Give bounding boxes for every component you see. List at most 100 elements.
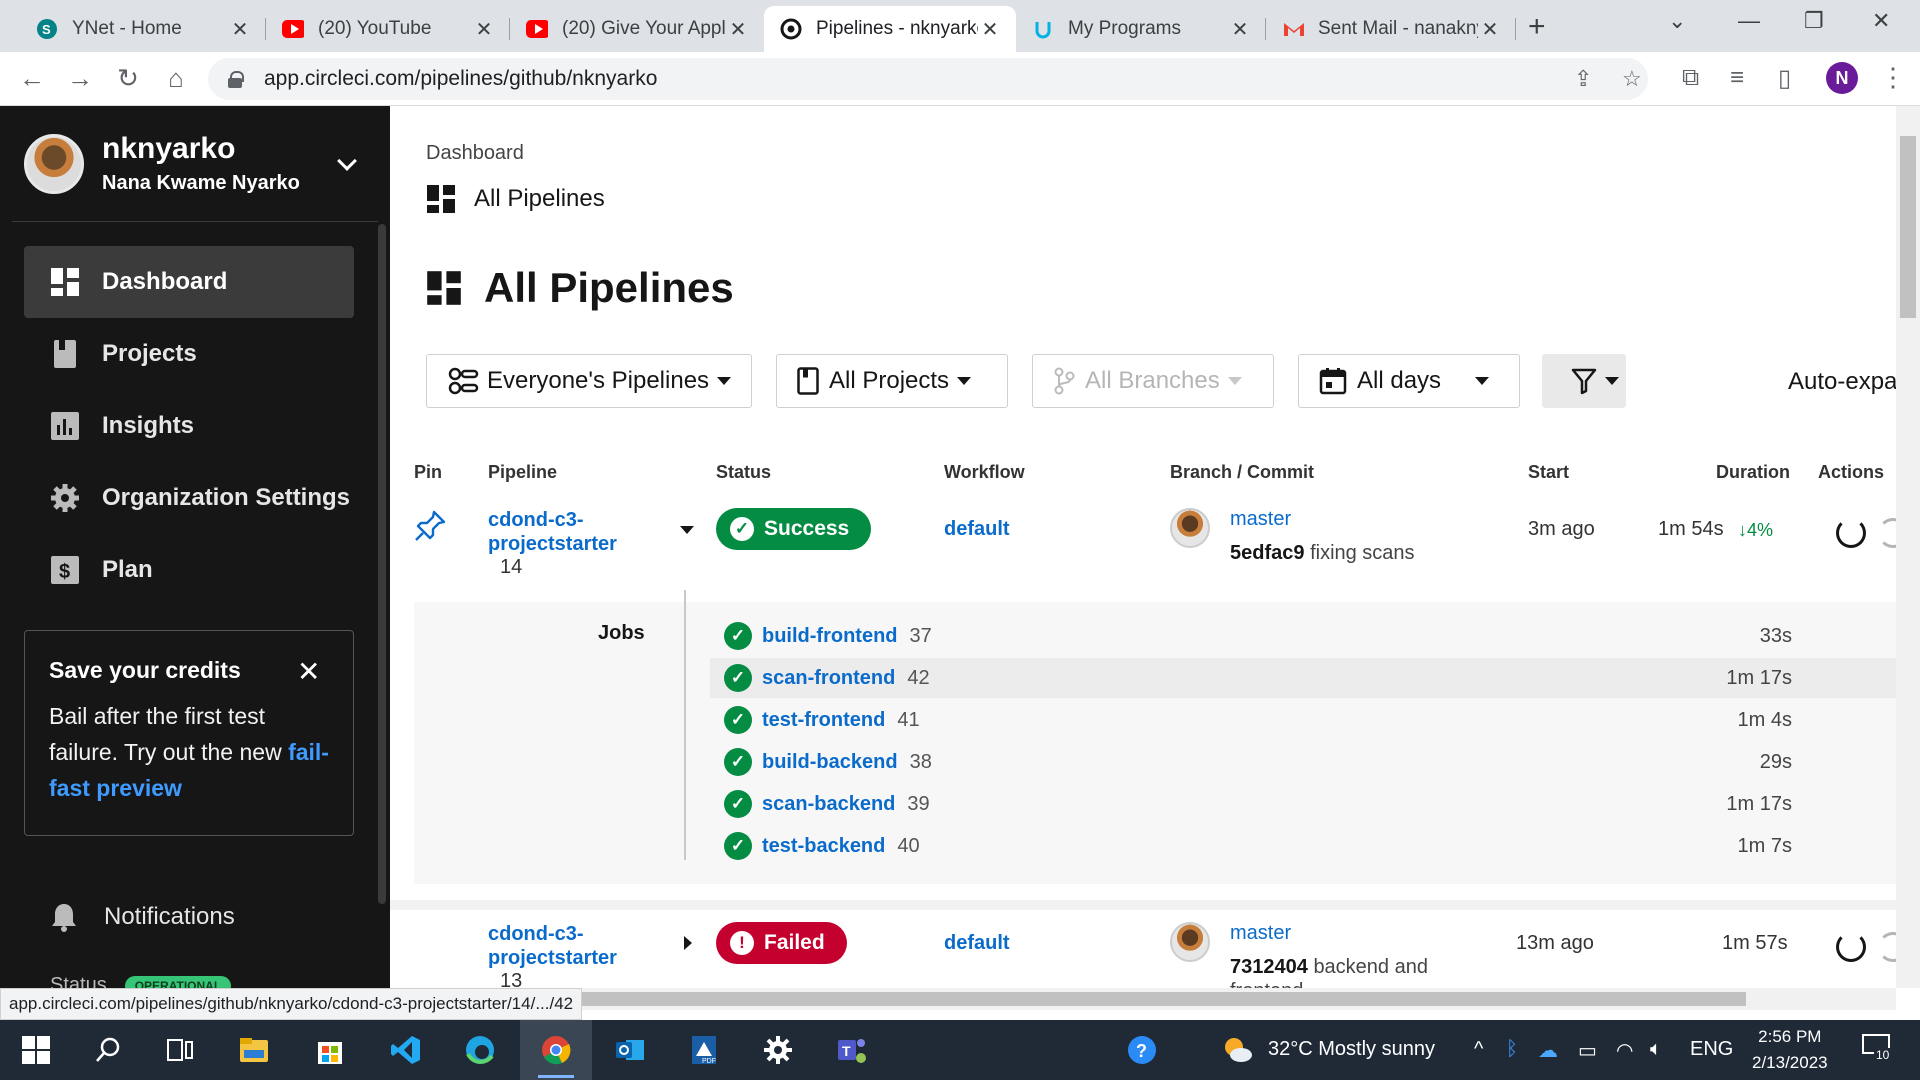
language-indicator[interactable]: ENG [1690,1038,1733,1061]
sidebar-item-insights[interactable]: Insights [24,390,354,462]
pipeline-name-link[interactable]: cdond-c3- projectstarter [488,922,617,970]
rerun-icon[interactable] [1836,932,1866,962]
status-badge-failed[interactable]: ! Failed [716,922,847,964]
rerun-icon[interactable] [1836,518,1866,548]
days-filter[interactable]: All days [1298,354,1520,408]
pin-icon[interactable] [414,510,446,542]
job-row[interactable]: ✓ scan-backend 39 1m 17s [710,784,1896,824]
main-horizontal-scrollbar[interactable] [390,988,1896,1010]
file-explorer-icon[interactable] [238,1034,270,1066]
lock-icon[interactable] [228,71,244,88]
volume-icon[interactable]: 🔈︎ [1650,1038,1662,1061]
cancel-icon[interactable] [1878,518,1896,548]
job-name-link[interactable]: scan-backend [762,793,895,816]
outlook-icon[interactable] [614,1034,646,1066]
task-view-icon[interactable] [164,1034,196,1066]
sidebar-item-plan[interactable]: $ Plan [24,534,354,606]
cancel-icon[interactable] [1878,932,1896,962]
share-icon[interactable]: ⇪ [1574,66,1592,92]
branches-filter[interactable]: All Branches [1032,354,1274,408]
sidebar-item-projects[interactable]: Projects [24,318,354,390]
job-row[interactable]: ✓ test-backend 40 1m 7s [710,826,1896,866]
job-row[interactable]: ✓ test-frontend 41 1m 4s [710,700,1896,740]
battery-icon[interactable]: ▭ [1578,1038,1597,1063]
extensions-icon[interactable]: ⧉ [1682,64,1699,92]
minimize-icon[interactable]: — [1738,8,1760,34]
collapse-caret-icon[interactable] [680,526,694,534]
settings-gear-icon[interactable] [762,1034,794,1066]
teams-icon[interactable]: T [836,1034,868,1066]
pipeline-name-link[interactable]: cdond-c3- projectstarter [488,508,617,556]
expand-caret-icon[interactable] [684,936,692,950]
scrollbar-thumb[interactable] [390,992,1746,1006]
reload-icon[interactable]: ↻ [112,62,144,94]
close-tab-icon[interactable]: ✕ [978,17,1002,42]
commit-info[interactable]: 5edfac9 fixing scans [1230,542,1415,565]
projects-filter[interactable]: All Projects [776,354,1008,408]
search-icon[interactable] [92,1034,124,1066]
close-icon[interactable]: ✕ [297,655,320,688]
forward-icon[interactable]: → [64,62,96,94]
branch-link[interactable]: master [1230,922,1291,945]
pipelines-filter[interactable]: Everyone's Pipelines [426,354,752,408]
branch-link[interactable]: master [1230,508,1291,531]
browser-tab[interactable]: Sent Mail - nanakny ✕ [1266,6,1516,52]
browser-tab-active[interactable]: Pipelines - nknyarko ✕ [764,6,1016,52]
profile-avatar[interactable]: N [1826,62,1858,94]
close-tab-icon[interactable]: ✕ [228,17,252,42]
close-tab-icon[interactable]: ✕ [1478,17,1502,42]
org-switcher[interactable]: nknyarko Nana Kwame Nyarko [24,132,300,195]
url-bar[interactable]: app.circleci.com/pipelines/github/nknyar… [208,58,1648,100]
bookmark-star-icon[interactable]: ☆ [1622,66,1642,92]
sidebar-item-notifications[interactable]: Notifications [50,902,235,932]
commit-info[interactable]: 7312404 backend and [1230,956,1428,979]
job-row[interactable]: ✓ build-frontend 37 33s [710,616,1896,656]
sidebar-scrollbar[interactable] [378,224,386,904]
help-icon[interactable]: ? [1126,1034,1158,1066]
onedrive-cloud-icon[interactable]: ☁ [1538,1038,1558,1063]
status-badge-success[interactable]: ✓ Success [716,508,872,550]
bluetooth-icon[interactable]: ᛒ [1506,1038,1518,1061]
windows-start-icon[interactable] [20,1034,52,1066]
close-window-icon[interactable]: ✕ [1872,8,1890,34]
edge-icon[interactable] [464,1034,496,1066]
vscode-icon[interactable] [390,1034,422,1066]
pdf-reader-icon[interactable]: PDF [688,1034,720,1066]
browser-tab[interactable]: (20) Give Your Appl ✕ [510,6,764,52]
close-tab-icon[interactable]: ✕ [1228,17,1252,42]
job-name-link[interactable]: test-frontend [762,709,885,732]
workflow-link[interactable]: default [944,932,1010,955]
browser-tab[interactable]: S YNet - Home ✕ [20,6,266,52]
close-tab-icon[interactable]: ✕ [726,17,750,42]
back-icon[interactable]: ← [16,62,48,94]
media-icon[interactable]: ≡ [1730,64,1744,92]
chrome-icon[interactable] [540,1034,572,1066]
browser-tab[interactable]: My Programs ✕ [1016,6,1266,52]
browser-tab[interactable]: (20) YouTube ✕ [266,6,510,52]
microsoft-store-icon[interactable] [314,1034,346,1066]
main-vertical-scrollbar[interactable] [1896,106,1920,988]
restore-icon[interactable]: ❐ [1804,8,1824,34]
auto-expand-toggle-label[interactable]: Auto-expa [1788,368,1896,396]
close-tab-icon[interactable]: ✕ [472,17,496,42]
new-tab-icon[interactable]: + [1528,10,1546,44]
wifi-icon[interactable]: ◠ [1616,1038,1633,1063]
chevron-down-icon[interactable] [337,151,357,171]
tab-search-icon[interactable]: ⌄ [1668,8,1686,34]
scrollbar-thumb[interactable] [1900,136,1916,318]
notification-center-icon[interactable]: 10 [1862,1034,1894,1066]
home-icon[interactable]: ⌂ [160,62,192,94]
browser-menu-icon[interactable]: ⋮ [1880,62,1906,93]
advanced-filter-button[interactable] [1542,354,1626,408]
side-panel-icon[interactable]: ▯ [1778,64,1791,93]
sidebar-item-dashboard[interactable]: Dashboard [24,246,354,318]
job-name-link[interactable]: scan-frontend [762,667,895,690]
job-name-link[interactable]: test-backend [762,835,885,858]
weather-text[interactable]: 32°C Mostly sunny [1268,1038,1435,1061]
breadcrumb[interactable]: Dashboard [426,142,524,165]
job-name-link[interactable]: build-frontend [762,625,898,648]
sidebar-item-organization-settings[interactable]: Organization Settings [24,462,354,534]
job-row[interactable]: ✓ scan-frontend 42 1m 17s [710,658,1896,698]
job-name-link[interactable]: build-backend [762,751,898,774]
job-row[interactable]: ✓ build-backend 38 29s [710,742,1896,782]
